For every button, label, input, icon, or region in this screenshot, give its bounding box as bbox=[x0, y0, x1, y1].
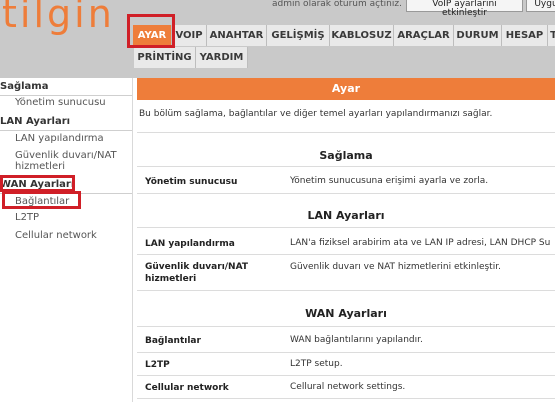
tab-araclar[interactable]: ARAÇLAR bbox=[394, 25, 454, 46]
row-label-lan-yapilandirma[interactable]: LAN yapılandırma bbox=[145, 238, 235, 250]
divider bbox=[0, 130, 132, 131]
sidebar-item-lan-yapilandirma[interactable]: LAN yapılandırma bbox=[15, 133, 104, 144]
sidebar-item-l2tp[interactable]: L2TP bbox=[15, 212, 39, 223]
row-label-yonetim-sunucusu[interactable]: Yönetim sunucusu bbox=[145, 176, 237, 188]
divider bbox=[137, 326, 555, 327]
tab-overflow[interactable]: T bbox=[548, 25, 555, 46]
divider bbox=[137, 398, 555, 399]
baglantilar-highlight bbox=[2, 191, 81, 209]
divider bbox=[137, 352, 555, 353]
row-desc-lan-yapilandirma: LAN'a fiziksel arabirim ata ve LAN IP ad… bbox=[290, 238, 551, 248]
sidebar-item-cellular-network[interactable]: Cellular network bbox=[15, 230, 97, 241]
row-desc-guvenlik-duvari: Güvenlik duvarı ve NAT hizmetlerini etki… bbox=[290, 262, 501, 272]
row-label-guvenlik-duvari[interactable]: Güvenlik duvarı/NAT hizmetleri bbox=[145, 261, 265, 285]
tab-yardim[interactable]: YARDIM bbox=[196, 47, 248, 68]
sidebar-section-saglama: Sağlama bbox=[0, 81, 49, 92]
sidebar-item-yonetim-sunucusu[interactable]: Yönetim sunucusu bbox=[15, 97, 106, 108]
sidebar: Sağlama Yönetim sunucusu LAN Ayarları LA… bbox=[0, 78, 133, 402]
row-desc-cellular-network: Cellural network settings. bbox=[290, 382, 406, 392]
content-panel: Ayar Bu bölüm sağlama, bağlantılar ve di… bbox=[137, 78, 555, 402]
ayar-tab-highlight bbox=[127, 14, 175, 48]
tab-anahtar[interactable]: ANAHTAR bbox=[207, 25, 267, 46]
section-heading-saglama: Sağlama bbox=[319, 149, 373, 162]
divider bbox=[137, 254, 555, 255]
row-label-l2tp[interactable]: L2TP bbox=[145, 359, 170, 371]
apply-button[interactable]: Uygu bbox=[526, 0, 555, 12]
tab-printing[interactable]: PRİNTİNG bbox=[134, 47, 196, 68]
tab-voip[interactable]: VOIP bbox=[172, 25, 207, 46]
tab-hesap[interactable]: HESAP bbox=[502, 25, 548, 46]
row-label-cellular-network[interactable]: Cellular network bbox=[145, 382, 229, 394]
divider bbox=[137, 375, 555, 376]
divider bbox=[137, 290, 555, 291]
divider bbox=[137, 132, 555, 133]
tilgin-logo: tilgin bbox=[2, 0, 115, 36]
page-title: Ayar bbox=[137, 78, 555, 100]
row-desc-yonetim-sunucusu: Yönetim sunucusuna erişimi ayarla ve zor… bbox=[290, 176, 489, 186]
row-label-baglantilar[interactable]: Bağlantılar bbox=[145, 335, 201, 347]
row-desc-baglantilar: WAN bağlantılarını yapılandır. bbox=[290, 335, 423, 345]
login-status-text: admin olarak oturum açtınız. bbox=[272, 0, 402, 9]
divider bbox=[137, 166, 555, 167]
divider bbox=[0, 95, 132, 96]
page-description: Bu bölüm sağlama, bağlantılar ve diğer t… bbox=[139, 109, 493, 119]
enable-voip-button[interactable]: VoIP ayarlarını etkinleştir bbox=[406, 0, 523, 18]
tab-kablosuz[interactable]: KABLOSUZ bbox=[330, 25, 394, 46]
sidebar-section-lan-ayarlari: LAN Ayarları bbox=[0, 116, 71, 127]
sidebar-item-guvenlik-duvari[interactable]: Güvenlik duvarı/NAT hizmetleri bbox=[15, 150, 130, 172]
row-desc-l2tp: L2TP setup. bbox=[290, 359, 343, 369]
wan-ayarlari-highlight bbox=[0, 175, 75, 192]
header-bar: tilgin admin olarak oturum açtınız. VoIP… bbox=[0, 0, 555, 78]
tab-durum[interactable]: DURUM bbox=[454, 25, 502, 46]
divider bbox=[137, 227, 555, 228]
divider bbox=[137, 193, 555, 194]
section-heading-lan-ayarlari: LAN Ayarları bbox=[307, 209, 385, 222]
tab-gelismis[interactable]: GELİŞMİŞ bbox=[267, 25, 330, 46]
section-heading-wan-ayarlari: WAN Ayarları bbox=[305, 307, 387, 320]
